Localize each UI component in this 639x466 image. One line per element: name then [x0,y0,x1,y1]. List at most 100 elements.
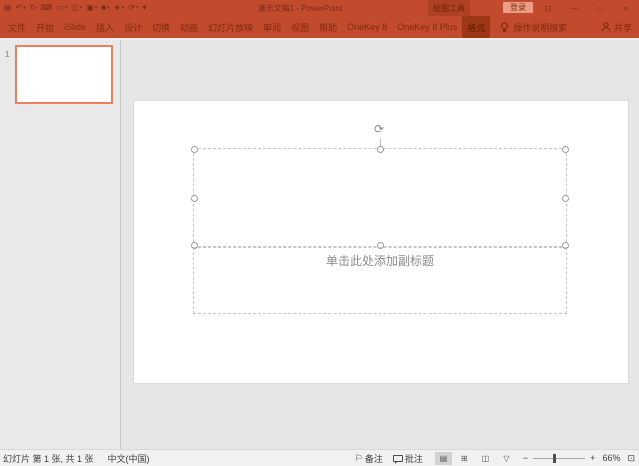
comment-icon [392,454,403,464]
resize-handle-top-center[interactable] [377,146,384,153]
zoom-percent[interactable]: 66% [602,453,620,463]
ribbon-display-options-button[interactable]: ⊡ [535,0,561,16]
fit-to-window-icon[interactable]: ⊡ [627,453,635,464]
tab-home[interactable]: 开始 [31,16,59,38]
star-icon[interactable]: ★ ▾ [114,4,125,12]
comments-label: 批注 [404,453,423,464]
tab-animations[interactable]: 动画 [175,16,203,38]
qat-overflow-chevron[interactable]: ▾ [143,4,147,12]
contextual-tab-group-drawing-tools: 绘图工具 [428,0,470,16]
resize-handle-top-right[interactable] [562,146,569,153]
dropdown-caret-icon[interactable]: ▾ [65,5,68,11]
save-glyph: ▤ [4,3,12,12]
resize-handle-middle-right[interactable] [562,194,569,202]
subtitle-placeholder[interactable]: 单击此处添加副标题 [193,247,567,314]
window-title: 演示文稿1 - PowerPoint [257,3,343,13]
tab-onekey8-plus[interactable]: OneKey 8 Plus [392,16,462,38]
rotation-handle-icon[interactable]: ⟳ [374,123,384,135]
slide-thumbnail[interactable] [15,45,113,104]
reset-icon[interactable]: ⟳ ▾ [128,4,138,12]
tab-help[interactable]: 帮助 [314,16,342,38]
keyboard-icon[interactable]: ⌨ [40,4,52,12]
undo-glyph: ↶ [15,3,23,12]
new-slide-glyph: ▭ [56,3,64,12]
tab-transitions[interactable]: 切换 [147,16,175,38]
view-normal-button[interactable]: ▤ [434,451,452,465]
maximize-button[interactable]: □ [587,0,613,16]
zoom-slider[interactable] [533,453,586,463]
resize-handle-top-left[interactable] [191,146,198,153]
new-slide-icon[interactable]: ▭ ▾ [56,4,67,12]
title-bar: ▤ ↶ ▾ ↻ ⌨ ▭ ▾ ◫ ▾ ▣ ▾ ■ ▾ ★ ▾ ⟳ ▾ ▾ 演示文稿1 - Pow… [0,0,639,16]
tell-me-search[interactable]: 操作说明搜索 [500,21,567,34]
dropdown-caret-icon[interactable]: ▾ [122,5,125,11]
share-button[interactable]: 共享 [601,21,632,34]
tab-slideshow[interactable]: 幻灯片放映 [203,16,258,38]
minimize-button[interactable]: — [561,0,587,16]
tab-file[interactable]: 文件 [3,16,31,38]
star-glyph: ★ [113,3,121,12]
view-reading-button[interactable]: ◫ [477,452,494,465]
slide-count-status: 幻灯片 第 1 张, 共 1 张 [3,453,94,464]
zoom-slider-thumb[interactable] [553,453,557,463]
redo-icon[interactable]: ↻ [30,4,37,12]
tab-insert[interactable]: 插入 [91,16,119,38]
quick-access-toolbar: ▤ ↶ ▾ ↻ ⌨ ▭ ▾ ◫ ▾ ▣ ▾ ■ ▾ ★ ▾ ⟳ ▾ ▾ [4,0,147,16]
slide-page[interactable]: ⟳ 单击此处添加副标题 [133,100,629,384]
normal-view-icon: ▤ [439,453,448,463]
share-label: 共享 [613,22,632,33]
tab-format[interactable]: 格式 [462,16,491,38]
lightbulb-icon [501,21,509,32]
undo-icon[interactable]: ↶ ▾ [16,4,26,12]
view-switcher: ▤ ⊞ ◫ ▽ [434,451,515,465]
slide-number: 1 [5,50,10,59]
tab-view[interactable]: 视图 [286,16,314,38]
shapes-icon[interactable]: ▣ ▾ [86,4,97,12]
tab-design[interactable]: 设计 [119,16,147,38]
dropdown-caret-icon[interactable]: ▾ [107,5,110,11]
zoom-out-button[interactable]: − [523,453,528,463]
ribbon-tab-bar: 文件 开始 iSlide 插入 设计 切换 动画 幻灯片放映 审阅 视图 帮助 … [0,16,639,38]
keyboard-glyph: ⌨ [40,3,53,12]
reset-glyph: ⟳ [128,3,136,12]
fill-glyph: ■ [101,3,107,12]
shapes-glyph: ▣ [86,3,94,12]
redo-glyph: ↻ [29,3,37,12]
zoom-in-button[interactable]: + [590,453,595,463]
zoom-control: − + [523,453,596,463]
tab-onekey8[interactable]: OneKey 8 [342,16,392,38]
view-sorter-button[interactable]: ⊞ [456,452,473,465]
notes-button[interactable]: ⚐ 备注 [355,452,383,465]
slides-panel[interactable]: 1 [0,40,120,449]
status-bar-right: ⚐ 备注 批注 ▤ ⊞ ◫ ▽ − + 66% ⊡ [345,451,635,465]
dropdown-caret-icon[interactable]: ▾ [95,5,98,11]
title-placeholder-selected[interactable]: ⟳ [191,123,569,249]
dropdown-caret-icon[interactable]: ▾ [80,5,83,11]
editing-canvas[interactable]: ⟳ 单击此处添加副标题 [121,40,639,449]
chevron-down-icon: ▾ [142,3,147,12]
save-icon[interactable]: ▤ [4,4,12,12]
tab-islide[interactable]: iSlide [59,16,91,38]
notes-label: 备注 [364,453,383,464]
tab-review[interactable]: 审阅 [258,16,286,38]
slide-sorter-icon: ⊞ [461,453,468,463]
layout-glyph: ◫ [71,3,79,12]
slideshow-icon: ▽ [503,453,510,463]
layout-icon[interactable]: ◫ ▾ [71,4,82,12]
language-status[interactable]: 中文(中国) [108,452,150,465]
view-slideshow-button[interactable]: ▽ [498,452,515,465]
dropdown-caret-icon[interactable]: ▾ [136,5,139,11]
reading-view-icon: ◫ [481,453,490,463]
comments-button[interactable]: 批注 [392,452,423,465]
subtitle-prompt-text: 单击此处添加副标题 [325,254,434,268]
powerpoint-window: ▤ ↶ ▾ ↻ ⌨ ▭ ▾ ◫ ▾ ▣ ▾ ■ ▾ ★ ▾ ⟳ ▾ ▾ 演示文稿1 - Pow… [0,0,639,466]
status-bar: 幻灯片 第 1 张, 共 1 张 中文(中国) ⚐ 备注 批注 ▤ ⊞ ◫ ▽ … [0,449,639,466]
resize-handle-middle-left[interactable] [191,194,198,202]
fill-icon[interactable]: ■ ▾ [101,4,109,12]
window-controls: ⊡ — □ × [535,0,639,16]
tell-me-label: 操作说明搜索 [513,22,568,33]
close-button[interactable]: × [613,0,639,16]
sign-in-button[interactable]: 登录 [503,2,533,13]
person-icon [601,22,611,32]
dropdown-caret-icon[interactable]: ▾ [23,5,26,11]
